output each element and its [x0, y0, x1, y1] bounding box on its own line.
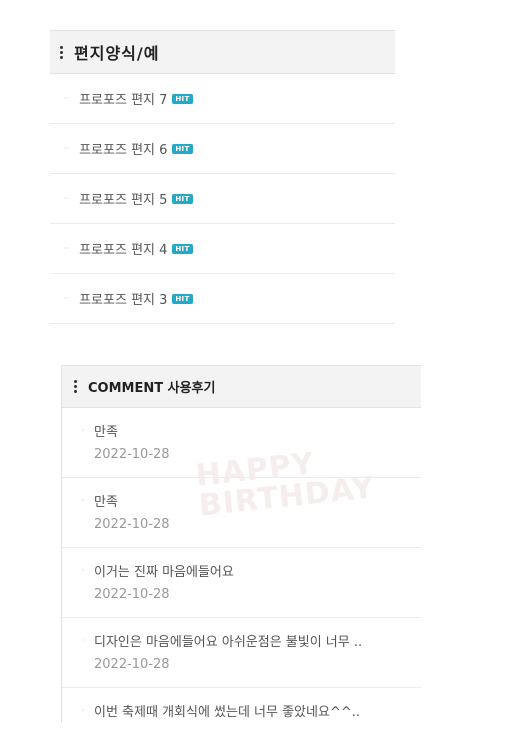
comments-widget: COMMENT 사용후기 HAPPY BIRTHDAY · 만족 2022-10… — [61, 365, 421, 723]
letter-item[interactable]: ·· 프로포즈 편지 5 HIT — [50, 174, 395, 224]
letter-item-label[interactable]: 프로포즈 편지 4 — [79, 239, 167, 258]
dot-bullet-icon: · — [82, 426, 85, 435]
comments-header: COMMENT 사용후기 — [62, 365, 421, 408]
letter-templates-widget: 편지양식/예 ·· 프로포즈 편지 7 HIT ·· 프로포즈 편지 6 HIT… — [50, 30, 395, 324]
dot-bullet-icon: · — [82, 496, 85, 505]
letter-item[interactable]: ·· 프로포즈 편지 7 HIT — [50, 74, 395, 124]
comment-text[interactable]: 디자인은 마음에들어요 아쉬운점은 불빛이 너무 .. — [94, 618, 421, 650]
letter-item-label[interactable]: 프로포즈 편지 6 — [79, 139, 167, 158]
kebab-icon — [74, 380, 77, 393]
kebab-icon — [60, 45, 63, 59]
comment-date: 2022-10-28 — [94, 517, 170, 532]
comment-item[interactable]: · 만족 2022-10-28 — [62, 478, 421, 548]
comment-date: 2022-10-28 — [94, 447, 170, 462]
hit-badge: HIT — [172, 143, 193, 154]
dot-bullet-icon: ·· — [64, 293, 70, 303]
letter-item[interactable]: ·· 프로포즈 편지 6 HIT — [50, 124, 395, 174]
dot-bullet-icon: · — [82, 706, 85, 715]
hit-badge: HIT — [172, 93, 193, 104]
comment-item[interactable]: · 만족 2022-10-28 — [62, 408, 421, 478]
dot-bullet-icon: ·· — [64, 93, 70, 103]
dot-bullet-icon: ·· — [64, 143, 70, 153]
comment-date: 2022-10-28 — [94, 587, 170, 602]
comment-text[interactable]: 만족 — [94, 478, 421, 510]
comments-list: · 만족 2022-10-28 · 만족 2022-10-28 · 이거는 진짜… — [62, 408, 421, 723]
letter-item[interactable]: ·· 프로포즈 편지 4 HIT — [50, 224, 395, 274]
letter-item-label[interactable]: 프로포즈 편지 5 — [79, 189, 167, 208]
hit-badge: HIT — [172, 293, 193, 304]
comment-item[interactable]: · 이거는 진짜 마음에들어요 2022-10-28 — [62, 548, 421, 618]
comment-date: 2022-10-28 — [94, 657, 170, 672]
dot-bullet-icon: ·· — [64, 193, 70, 203]
letter-templates-header: 편지양식/예 — [50, 30, 395, 74]
comments-title: COMMENT 사용후기 — [88, 381, 216, 396]
comment-text[interactable]: 이거는 진짜 마음에들어요 — [94, 548, 421, 580]
comment-item[interactable]: · 디자인은 마음에들어요 아쉬운점은 불빛이 너무 .. 2022-10-28 — [62, 618, 421, 688]
dot-bullet-icon: ·· — [64, 243, 70, 253]
comment-text[interactable]: 만족 — [94, 408, 421, 440]
page: 편지양식/예 ·· 프로포즈 편지 7 HIT ·· 프로포즈 편지 6 HIT… — [0, 0, 512, 745]
hit-badge: HIT — [172, 243, 193, 254]
letter-item-label[interactable]: 프로포즈 편지 3 — [79, 289, 167, 308]
comment-item[interactable]: · 이번 축제때 개회식에 썼는데 너무 좋았네요^^.. — [62, 688, 421, 723]
letter-item-label[interactable]: 프로포즈 편지 7 — [79, 89, 167, 108]
letter-templates-list: ·· 프로포즈 편지 7 HIT ·· 프로포즈 편지 6 HIT ·· 프로포… — [50, 74, 395, 324]
dot-bullet-icon: · — [82, 636, 85, 645]
letter-item[interactable]: ·· 프로포즈 편지 3 HIT — [50, 274, 395, 324]
dot-bullet-icon: · — [82, 566, 85, 575]
letter-templates-title: 편지양식/예 — [74, 44, 160, 63]
hit-badge: HIT — [172, 193, 193, 204]
comment-text[interactable]: 이번 축제때 개회식에 썼는데 너무 좋았네요^^.. — [94, 688, 421, 720]
